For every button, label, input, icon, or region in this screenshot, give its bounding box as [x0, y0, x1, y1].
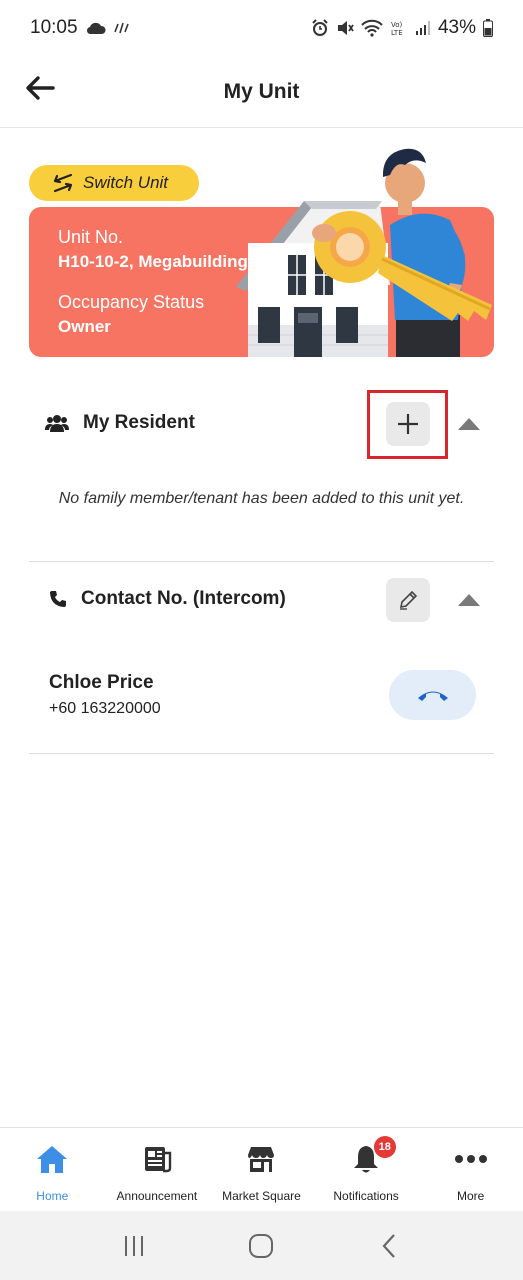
newspaper-icon [144, 1147, 172, 1173]
pencil-icon [399, 590, 418, 610]
battery-percent: 43% [437, 17, 476, 38]
contact-header: Contact No. (Intercom) [49, 588, 286, 610]
collapse-residents-caret-icon[interactable] [458, 418, 480, 430]
bottom-nav: Home Announcement Market Square 18 Notif… [0, 1127, 523, 1211]
contact-phone: +60 163220000 [49, 700, 161, 717]
more-icon [454, 1155, 487, 1163]
volte-icon: Vo) LTE [390, 19, 408, 37]
my-resident-header: My Resident [45, 412, 195, 434]
highlight-box [367, 390, 448, 459]
nav-label: Market Square [222, 1189, 301, 1203]
users-icon [45, 415, 69, 432]
rain-icon [113, 21, 130, 35]
wifi-icon [361, 19, 383, 37]
nav-label: More [457, 1189, 485, 1203]
arrow-left-icon [26, 76, 55, 100]
nav-home[interactable]: Home [0, 1128, 105, 1211]
back-button[interactable] [20, 70, 60, 106]
svg-text:Vo): Vo) [391, 21, 403, 29]
nav-market-square[interactable]: Market Square [209, 1128, 314, 1211]
nav-label: Home [36, 1189, 69, 1203]
app-header: My Unit [0, 56, 523, 128]
chevron-left-icon [382, 1233, 395, 1258]
switch-unit-label: Switch Unit [83, 173, 169, 192]
edit-contact-button[interactable] [386, 578, 430, 622]
home-circle-icon [249, 1233, 274, 1258]
divider [29, 561, 494, 562]
swap-arrows-icon [53, 173, 73, 193]
cloud-icon [86, 21, 106, 35]
signal-icon [415, 20, 431, 36]
status-time: 10:05 [30, 17, 78, 38]
recent-apps-icon [124, 1235, 143, 1256]
page-title: My Unit [223, 79, 300, 103]
system-nav-bar [0, 1211, 523, 1280]
divider [29, 753, 494, 754]
collapse-contact-caret-icon[interactable] [458, 594, 480, 606]
nav-label: Notifications [333, 1189, 399, 1203]
my-resident-title: My Resident [83, 412, 195, 433]
call-button[interactable] [389, 670, 476, 720]
phone-icon [50, 591, 66, 607]
notification-count-badge: 18 [373, 1136, 396, 1158]
switch-unit-button[interactable]: Switch Unit [29, 165, 199, 201]
system-home-button[interactable] [241, 1226, 281, 1266]
home-icon [37, 1146, 68, 1173]
alarm-icon [311, 19, 329, 37]
occupancy-status-value: Owner [58, 317, 111, 336]
mute-icon [336, 19, 354, 37]
nav-more[interactable]: More [418, 1128, 523, 1211]
phone-handset-icon [417, 691, 448, 701]
system-back-button[interactable] [369, 1226, 409, 1266]
nav-notifications[interactable]: 18 Notifications [314, 1128, 419, 1211]
no-resident-message: No family member/tenant has been added t… [58, 490, 465, 507]
nav-announcement[interactable]: Announcement [105, 1128, 210, 1211]
store-icon [248, 1147, 275, 1172]
unit-no-label: Unit No. [58, 227, 124, 247]
contact-title: Contact No. (Intercom) [81, 588, 286, 609]
occupancy-status-label: Occupancy Status [58, 292, 205, 312]
nav-label: Announcement [116, 1189, 198, 1203]
recent-apps-button[interactable] [114, 1226, 154, 1266]
battery-icon [483, 19, 493, 37]
svg-text:LTE: LTE [391, 29, 403, 37]
contact-name: Chloe Price [49, 672, 154, 693]
status-bar: 10:05 Vo) LTE 43% [0, 0, 523, 56]
unit-no-value: H10-10-2, Megabuilding [58, 252, 248, 271]
